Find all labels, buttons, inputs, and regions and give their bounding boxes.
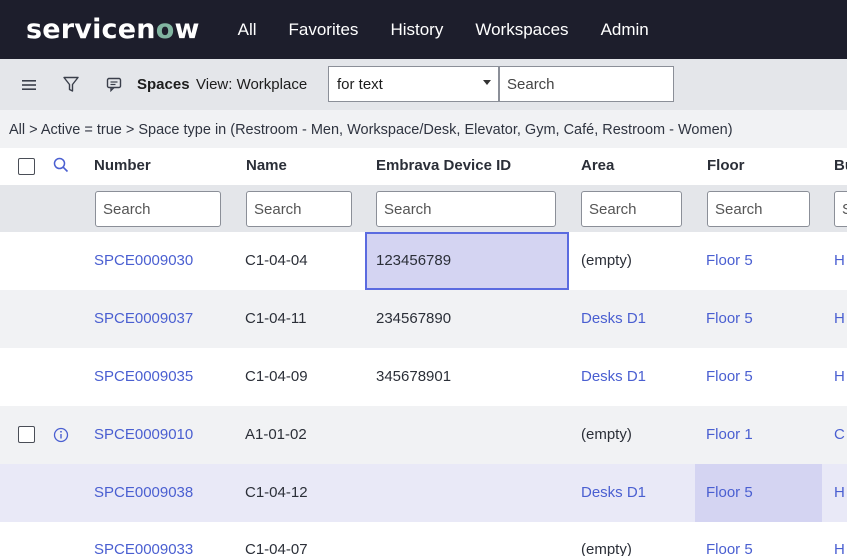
area-link[interactable]: Desks D1 <box>581 368 646 385</box>
floor-link[interactable]: Floor 5 <box>706 541 753 556</box>
nav-history[interactable]: History <box>390 20 443 40</box>
floor-link[interactable]: Floor 5 <box>706 368 753 385</box>
area-cell: (empty) <box>581 426 632 443</box>
search-input-building[interactable]: S <box>834 191 847 227</box>
name-cell: C1-04-04 <box>245 252 308 269</box>
search-input-name[interactable]: Search <box>246 191 352 227</box>
device-id-cell[interactable]: 123456789 <box>376 252 451 269</box>
nav-workspaces[interactable]: Workspaces <box>475 20 568 40</box>
record-number-link[interactable]: SPCE0009037 <box>94 310 193 327</box>
filter-funnel-icon[interactable] <box>61 59 81 110</box>
nav-menu: All Favorites History Workspaces Admin <box>222 20 665 40</box>
filter-breadcrumb[interactable]: All > Active = true > Space type in (Res… <box>0 110 847 148</box>
record-number-link[interactable]: SPCE0009033 <box>94 541 193 556</box>
building-link[interactable]: H <box>834 252 845 269</box>
name-cell: C1-04-12 <box>245 484 308 501</box>
name-cell: A1-01-02 <box>245 426 307 443</box>
search-field-select[interactable]: for text <box>328 66 499 102</box>
device-id-cell[interactable]: 345678901 <box>376 368 451 385</box>
info-icon[interactable] <box>53 427 69 448</box>
area-cell: (empty) <box>581 252 632 269</box>
top-nav: servicenow All Favorites History Workspa… <box>0 0 847 59</box>
record-number-link[interactable]: SPCE0009030 <box>94 252 193 269</box>
select-value: for text <box>337 76 383 93</box>
list-search-input[interactable]: Search <box>499 66 674 102</box>
view-label[interactable]: View: Workplace <box>196 76 307 93</box>
search-input-floor[interactable]: Search <box>707 191 810 227</box>
table-row[interactable]: SPCE0009035 C1-04-09 345678901 Desks D1 … <box>0 348 847 406</box>
column-header-embrava-device-id[interactable]: Embrava Device ID <box>376 157 511 174</box>
list-toolbar: Spaces View: Workplace for text Search <box>0 59 847 110</box>
column-header-area[interactable]: Area <box>581 157 614 174</box>
context-menu-icon[interactable] <box>104 59 124 110</box>
area-cell: (empty) <box>581 541 632 556</box>
chevron-down-icon <box>483 80 491 85</box>
table-row[interactable]: SPCE0009038 C1-04-12 Desks D1 Floor 5 H <box>0 464 847 522</box>
nav-favorites[interactable]: Favorites <box>289 20 359 40</box>
device-id-cell[interactable]: 234567890 <box>376 310 451 327</box>
building-link[interactable]: H <box>834 310 845 327</box>
search-input-area[interactable]: Search <box>581 191 682 227</box>
table-row[interactable]: SPCE0009037 C1-04-11 234567890 Desks D1 … <box>0 290 847 348</box>
servicenow-logo[interactable]: servicenow <box>26 14 200 45</box>
row-select-checkbox[interactable] <box>18 426 35 443</box>
column-search-row: Search Search Search Search Search S <box>0 185 847 232</box>
floor-link[interactable]: Floor 5 <box>706 484 753 501</box>
record-number-link[interactable]: SPCE0009035 <box>94 368 193 385</box>
nav-admin[interactable]: Admin <box>601 20 649 40</box>
search-icon[interactable] <box>53 157 69 178</box>
name-cell: C1-04-09 <box>245 368 308 385</box>
column-header-floor[interactable]: Floor <box>707 157 745 174</box>
record-number-link[interactable]: SPCE0009010 <box>94 426 193 443</box>
building-link[interactable]: H <box>834 541 845 556</box>
record-number-link[interactable]: SPCE0009038 <box>94 484 193 501</box>
table-row[interactable]: SPCE0009033 C1-04-07 (empty) Floor 5 H <box>0 522 847 556</box>
select-all-checkbox[interactable] <box>18 158 35 175</box>
search-input-number[interactable]: Search <box>95 191 221 227</box>
nav-all[interactable]: All <box>238 20 257 40</box>
list-title: Spaces <box>137 76 190 93</box>
hamburger-menu-icon[interactable] <box>18 59 40 110</box>
floor-link[interactable]: Floor 5 <box>706 252 753 269</box>
column-header-building[interactable]: Bu <box>834 157 847 174</box>
area-link[interactable]: Desks D1 <box>581 484 646 501</box>
search-input-device-id[interactable]: Search <box>376 191 556 227</box>
building-link[interactable]: H <box>834 484 845 501</box>
name-cell: C1-04-11 <box>245 310 307 327</box>
building-link[interactable]: C <box>834 426 845 443</box>
column-header-name[interactable]: Name <box>246 157 287 174</box>
area-link[interactable]: Desks D1 <box>581 310 646 327</box>
table-row[interactable]: SPCE0009010 A1-01-02 (empty) Floor 1 C <box>0 406 847 464</box>
floor-link[interactable]: Floor 1 <box>706 426 753 443</box>
column-header-number[interactable]: Number <box>94 157 151 174</box>
floor-link[interactable]: Floor 5 <box>706 310 753 327</box>
table-header: Number Name Embrava Device ID Area Floor… <box>0 148 847 185</box>
name-cell: C1-04-07 <box>245 541 308 556</box>
table-row[interactable]: SPCE0009030 C1-04-04 123456789 (empty) F… <box>0 232 847 290</box>
building-link[interactable]: H <box>834 368 845 385</box>
